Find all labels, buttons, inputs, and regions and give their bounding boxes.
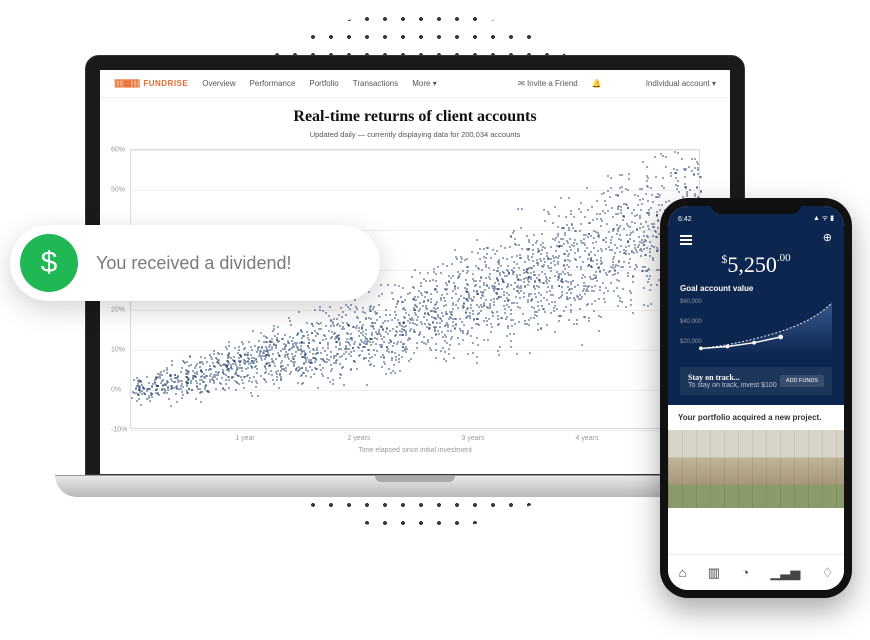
top-nav: ▥▦▥ FUNDRISE Overview Performance Portfo…	[100, 70, 730, 98]
chevron-down-icon: ▾	[712, 79, 716, 88]
mobile-app: 6:42 ▲ ᯤ ▮ ⊕ $5,250.00 Goal account valu…	[668, 206, 844, 590]
home-icon: ⌂	[679, 565, 687, 580]
tab-portfolio[interactable]: ▥	[708, 565, 720, 581]
nav-invite[interactable]: ✉ Invite a Friend	[518, 79, 578, 88]
chart-title: Real-time returns of client accounts	[120, 108, 710, 126]
banner-title: Stay on track...	[688, 373, 777, 382]
status-time: 6:42	[678, 216, 692, 223]
phone-summary-card: ⊕ $5,250.00 Goal account value $60,000 $…	[668, 224, 844, 405]
phone-mockup: 6:42 ▲ ᯤ ▮ ⊕ $5,250.00 Goal account valu…	[660, 198, 852, 598]
brand-name: FUNDRISE	[143, 79, 188, 88]
bottom-tab-bar: ⌂ ▥ ◔ ▁▃▅ ♢	[668, 554, 844, 590]
menu-button[interactable]	[680, 230, 692, 244]
banner-subtitle: To stay on track, invest $100	[688, 382, 777, 389]
laptop-hinge-notch	[375, 476, 455, 482]
x-axis-label: Time elapsed since initial investment	[120, 447, 710, 454]
nav-overview[interactable]: Overview	[202, 79, 235, 88]
add-funds-cta[interactable]: ADD FUNDS	[780, 375, 824, 387]
nav-account[interactable]: Individual account ▾	[646, 79, 716, 88]
chevron-down-icon: ▾	[433, 79, 437, 88]
bell-icon: ♢	[822, 565, 834, 580]
nav-performance[interactable]: Performance	[250, 79, 296, 88]
tab-home[interactable]: ⌂	[679, 565, 687, 580]
nav-more[interactable]: More ▾	[412, 79, 436, 88]
nav-portfolio[interactable]: Portfolio	[309, 79, 338, 88]
feed-headline: Your portfolio acquired a new project.	[668, 405, 844, 430]
stay-on-track-banner: Stay on track... To stay on track, inves…	[680, 367, 832, 395]
chart-subtitle: Updated daily — currently displaying dat…	[120, 130, 710, 139]
tab-alerts[interactable]: ♢	[822, 565, 834, 581]
tab-activity[interactable]: ◔	[741, 565, 749, 580]
dollar-icon: $	[20, 234, 78, 292]
nav-notifications[interactable]: 🔔	[592, 79, 602, 88]
nav-transactions[interactable]: Transactions	[353, 79, 399, 88]
bars-icon: ▁▃▅	[770, 565, 800, 580]
brand-logo[interactable]: ▥▦▥ FUNDRISE	[114, 78, 188, 89]
tab-performance[interactable]: ▁▃▅	[770, 565, 800, 581]
account-value: $5,250.00	[680, 244, 832, 280]
phone-notch	[711, 198, 801, 214]
add-funds-button[interactable]: ⊕	[823, 231, 832, 244]
project-photo[interactable]	[668, 430, 844, 508]
buildings-icon: ▥▦▥	[114, 78, 139, 89]
goal-label: Goal account value	[680, 284, 832, 293]
status-indicators: ▲ ᯤ ▮	[813, 214, 834, 223]
mail-icon: ✉	[518, 79, 527, 88]
pie-icon: ◔	[741, 565, 749, 580]
buildings-icon: ▥	[708, 565, 720, 580]
goal-projection-chart: $60,000 $40,000 $20,000	[680, 299, 832, 359]
bell-icon: 🔔	[592, 79, 602, 88]
hamburger-icon	[680, 239, 692, 241]
toast-text: You received a dividend!	[96, 253, 291, 274]
dividend-toast[interactable]: $ You received a dividend!	[10, 225, 380, 301]
